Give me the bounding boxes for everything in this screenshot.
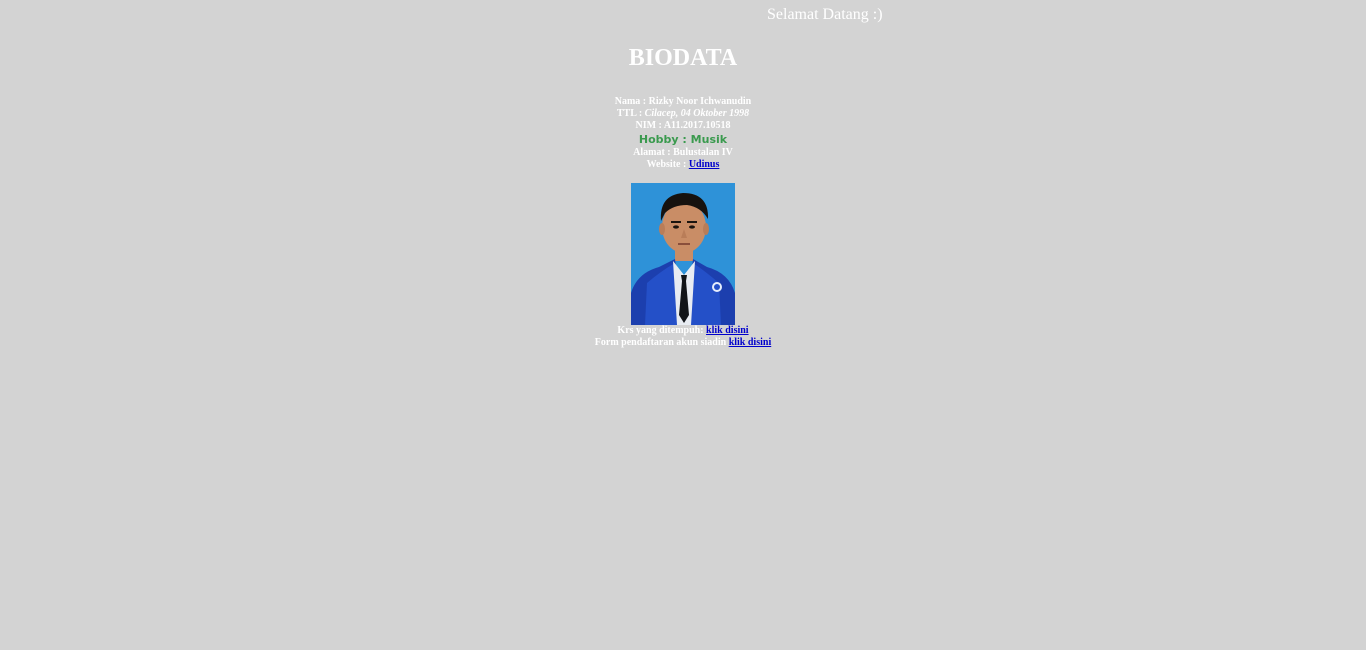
biodata-block: Nama : Rizky Noor Ichwanudin TTL : Cilac… — [0, 96, 1366, 171]
form-row: Form pendaftaran akun siadin klik disini — [0, 337, 1366, 349]
links-block: Krs yang ditempuh: klik disini Form pend… — [0, 325, 1366, 349]
ttl-label: TTL : — [616, 108, 645, 119]
nim-row: NIM : A11.2017.10518 — [0, 120, 1366, 132]
form-link[interactable]: klik disini — [729, 337, 772, 348]
alamat-label: Alamat : — [633, 147, 674, 158]
page-title: BIODATA — [628, 45, 738, 71]
website-row: Website : Udinus — [0, 159, 1366, 171]
student-portrait-icon — [631, 183, 735, 325]
nama-label: Nama : — [614, 96, 649, 107]
ttl-value: Cilacep, 04 Oktober 1998 — [644, 108, 750, 119]
website-label: Website : — [646, 159, 689, 170]
krs-label: Krs yang ditempuh: — [617, 325, 707, 336]
krs-link[interactable]: klik disini — [706, 325, 749, 336]
profile-photo — [631, 183, 735, 325]
ttl-row: TTL : Cilacep, 04 Oktober 1998 — [0, 108, 1366, 120]
nim-value: A11.2017.10518 — [663, 120, 731, 131]
alamat-row: Alamat : Bulustalan IV — [0, 147, 1366, 159]
nama-value: Rizky Noor Ichwanudin — [648, 96, 752, 107]
welcome-marquee: Selamat Datang :) — [767, 6, 883, 23]
nama-row: Nama : Rizky Noor Ichwanudin — [0, 96, 1366, 108]
form-label: Form pendaftaran akun siadin — [594, 337, 729, 348]
alamat-value: Bulustalan IV — [673, 147, 733, 158]
hobby-row: Hobby : Musik — [638, 133, 728, 146]
nim-label: NIM : — [635, 120, 664, 131]
website-link[interactable]: Udinus — [689, 159, 720, 170]
krs-row: Krs yang ditempuh: klik disini — [0, 325, 1366, 337]
